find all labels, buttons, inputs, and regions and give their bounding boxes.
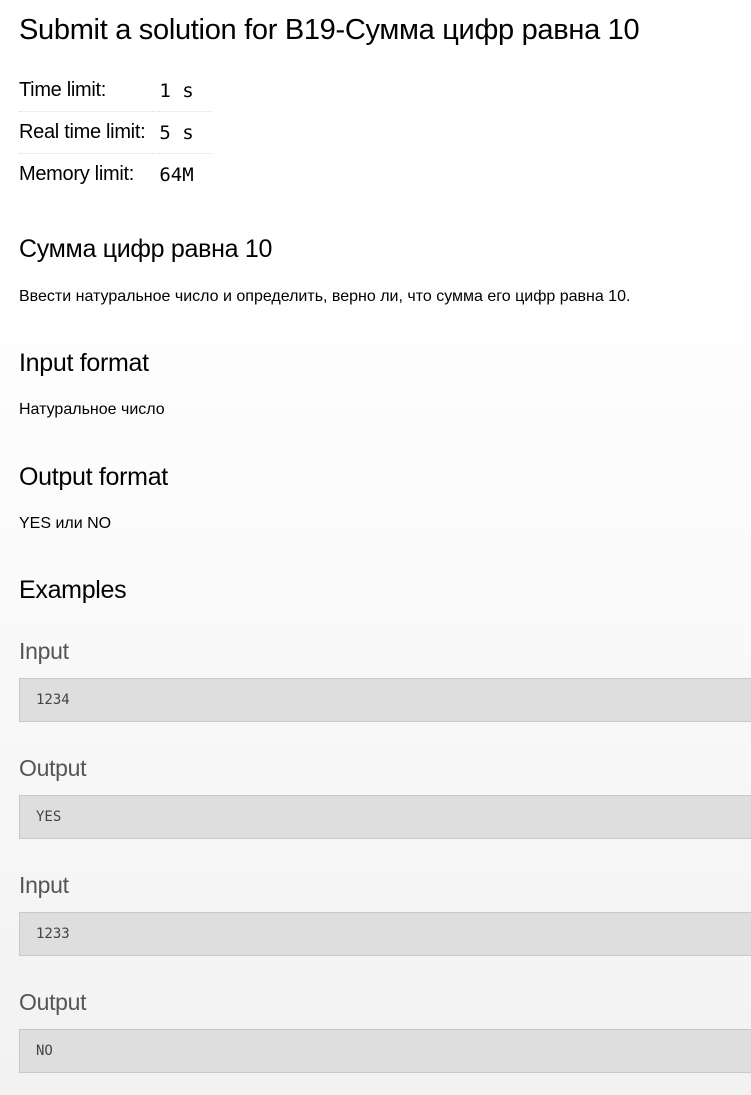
limit-label: Real time limit: [19,111,160,154]
limit-row: Real time limit: 5 s [19,111,213,154]
limit-value: 1 s [159,70,213,112]
limit-value: 64M [159,163,194,186]
output-format-heading: Output format [19,463,168,491]
example-box[interactable]: 1234 [19,678,751,722]
example-label: Output [19,755,87,781]
example-label: Input [19,872,69,898]
limit-label: Memory limit: [19,163,134,185]
example-box[interactable]: NO [19,1029,751,1073]
problem-heading: Сумма цифр равна 10 [19,235,273,263]
example-label: Output [19,989,87,1015]
problem-statement: Ввести натуральное число и определить, в… [19,288,631,305]
limit-value: 5 s [159,111,213,154]
input-format-heading: Input format [19,349,149,377]
page-title: Submit a solution for B19-Сумма цифр рав… [19,14,640,46]
example-label: Input [19,638,69,664]
limit-row: Time limit: 1 s [19,70,213,112]
limits-table: Time limit: 1 s Real time limit: 5 s Mem… [19,70,213,196]
limit-row: Memory limit: 64M [19,154,212,196]
output-format-text: YES или NO [19,515,112,532]
example-box[interactable]: YES [19,795,751,839]
input-format-text: Натуральное число [19,401,165,418]
examples-heading: Examples [19,576,127,604]
example-box[interactable]: 1233 [19,912,751,956]
limit-label: Time limit: [19,70,160,112]
